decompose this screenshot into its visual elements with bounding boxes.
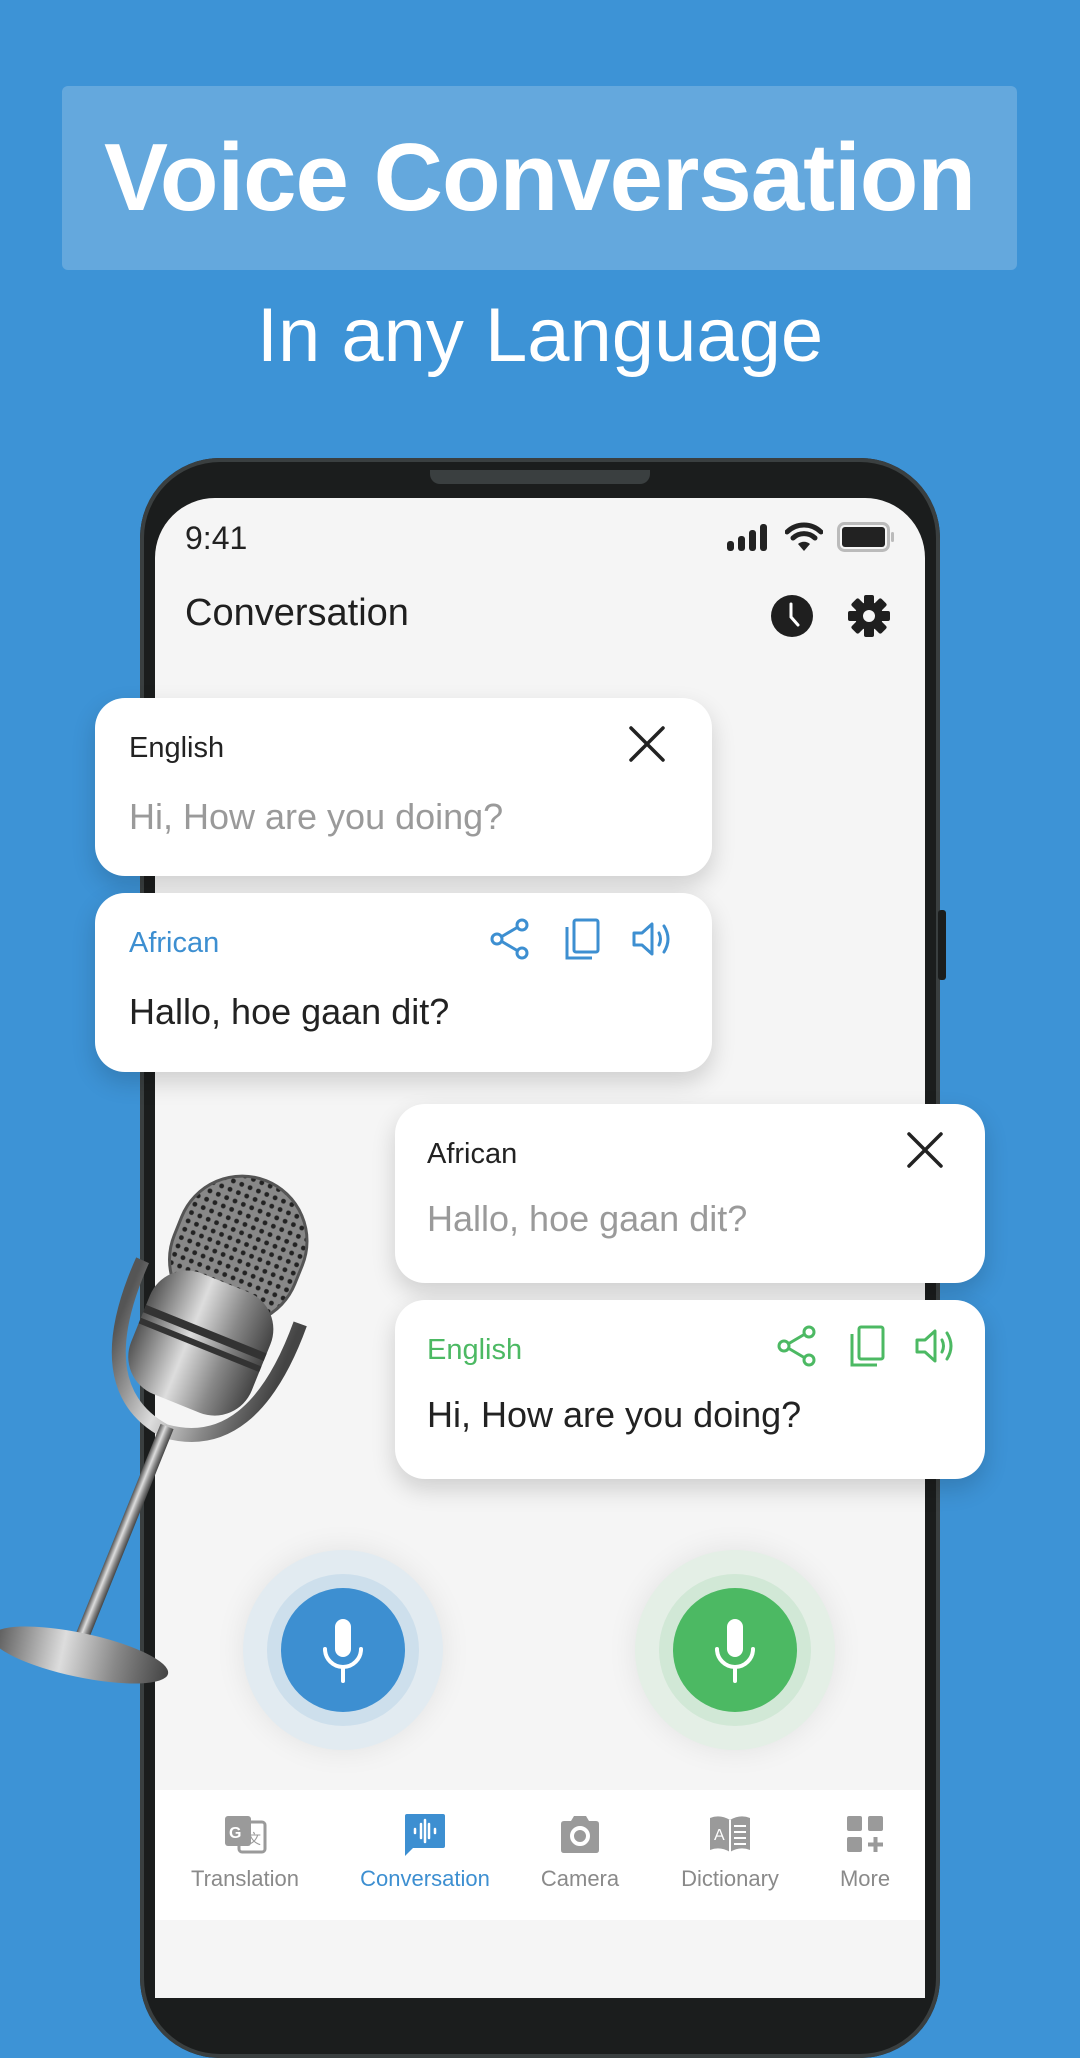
microphone-illustration	[0, 1174, 309, 1684]
copy-icon[interactable]	[845, 1324, 889, 1368]
nav-item-conversation[interactable]: Conversation	[345, 1790, 505, 1920]
speaker-icon[interactable]	[913, 1324, 957, 1368]
nav-item-camera[interactable]: Camera	[525, 1790, 635, 1920]
wifi-icon	[785, 522, 823, 551]
translate-icon: G文	[225, 1816, 267, 1854]
svg-text:文: 文	[247, 1831, 261, 1847]
phone-speaker	[430, 470, 650, 484]
nav-label: Dictionary	[681, 1866, 779, 1891]
copy-icon[interactable]	[560, 917, 604, 961]
input-card-african: African Hallo, hoe gaan dit?	[395, 1104, 985, 1283]
nav-label: More	[839, 1866, 891, 1891]
mic-button-right[interactable]	[673, 1588, 797, 1712]
headline: Voice Conversation	[103, 124, 976, 231]
translated-text: Hallo, hoe gaan dit?	[129, 991, 450, 1032]
phone-side-button	[938, 910, 946, 980]
settings-icon[interactable]	[847, 594, 891, 638]
source-language-label: African	[427, 1138, 518, 1170]
camera-icon	[561, 1816, 599, 1853]
nav-item-dictionary[interactable]: A Dictionary	[660, 1790, 800, 1920]
target-language-label: English	[427, 1334, 523, 1366]
source-text: Hi, How are you doing?	[129, 796, 504, 837]
status-time: 9:41	[185, 520, 248, 556]
signal-icon	[727, 524, 767, 551]
status-icons	[727, 522, 895, 552]
source-language-label: English	[129, 732, 225, 764]
share-icon[interactable]	[488, 917, 532, 961]
nav-label: Conversation	[360, 1866, 490, 1891]
input-card-english: English Hi, How are you doing?	[95, 698, 712, 876]
share-icon[interactable]	[775, 1324, 819, 1368]
nav-item-more[interactable]: More	[815, 1790, 915, 1920]
nav-label: Translation	[190, 1866, 299, 1891]
source-text: Hallo, hoe gaan dit?	[427, 1198, 748, 1239]
close-icon[interactable]	[903, 1128, 947, 1172]
target-language-label: African	[129, 927, 220, 959]
voice-chat-icon	[405, 1814, 445, 1856]
subtitle: In any Language	[256, 293, 824, 378]
nav-item-translation[interactable]: G文 Translation	[175, 1790, 315, 1920]
speaker-icon[interactable]	[630, 917, 674, 961]
close-icon[interactable]	[625, 722, 669, 766]
more-apps-icon	[847, 1816, 883, 1852]
output-card-english: English Hi, How are you doing?	[395, 1300, 985, 1479]
microphone-icon	[715, 1619, 755, 1683]
nav-label: Camera	[540, 1866, 620, 1891]
history-icon[interactable]	[770, 594, 814, 638]
translated-text: Hi, How are you doing?	[427, 1394, 802, 1435]
bottom-nav: G文 Translation Conversation Camera A Dic…	[155, 1790, 925, 1920]
page-title: Conversation	[185, 592, 409, 634]
mic-button-right-container	[635, 1550, 835, 1750]
svg-text:G: G	[229, 1825, 241, 1842]
svg-text:A: A	[714, 1827, 725, 1844]
dictionary-icon: A	[710, 1816, 750, 1852]
output-card-african: African Hallo, hoe gaan dit?	[95, 893, 712, 1072]
battery-icon	[837, 522, 894, 552]
headline-banner: Voice Conversation	[62, 86, 1017, 270]
